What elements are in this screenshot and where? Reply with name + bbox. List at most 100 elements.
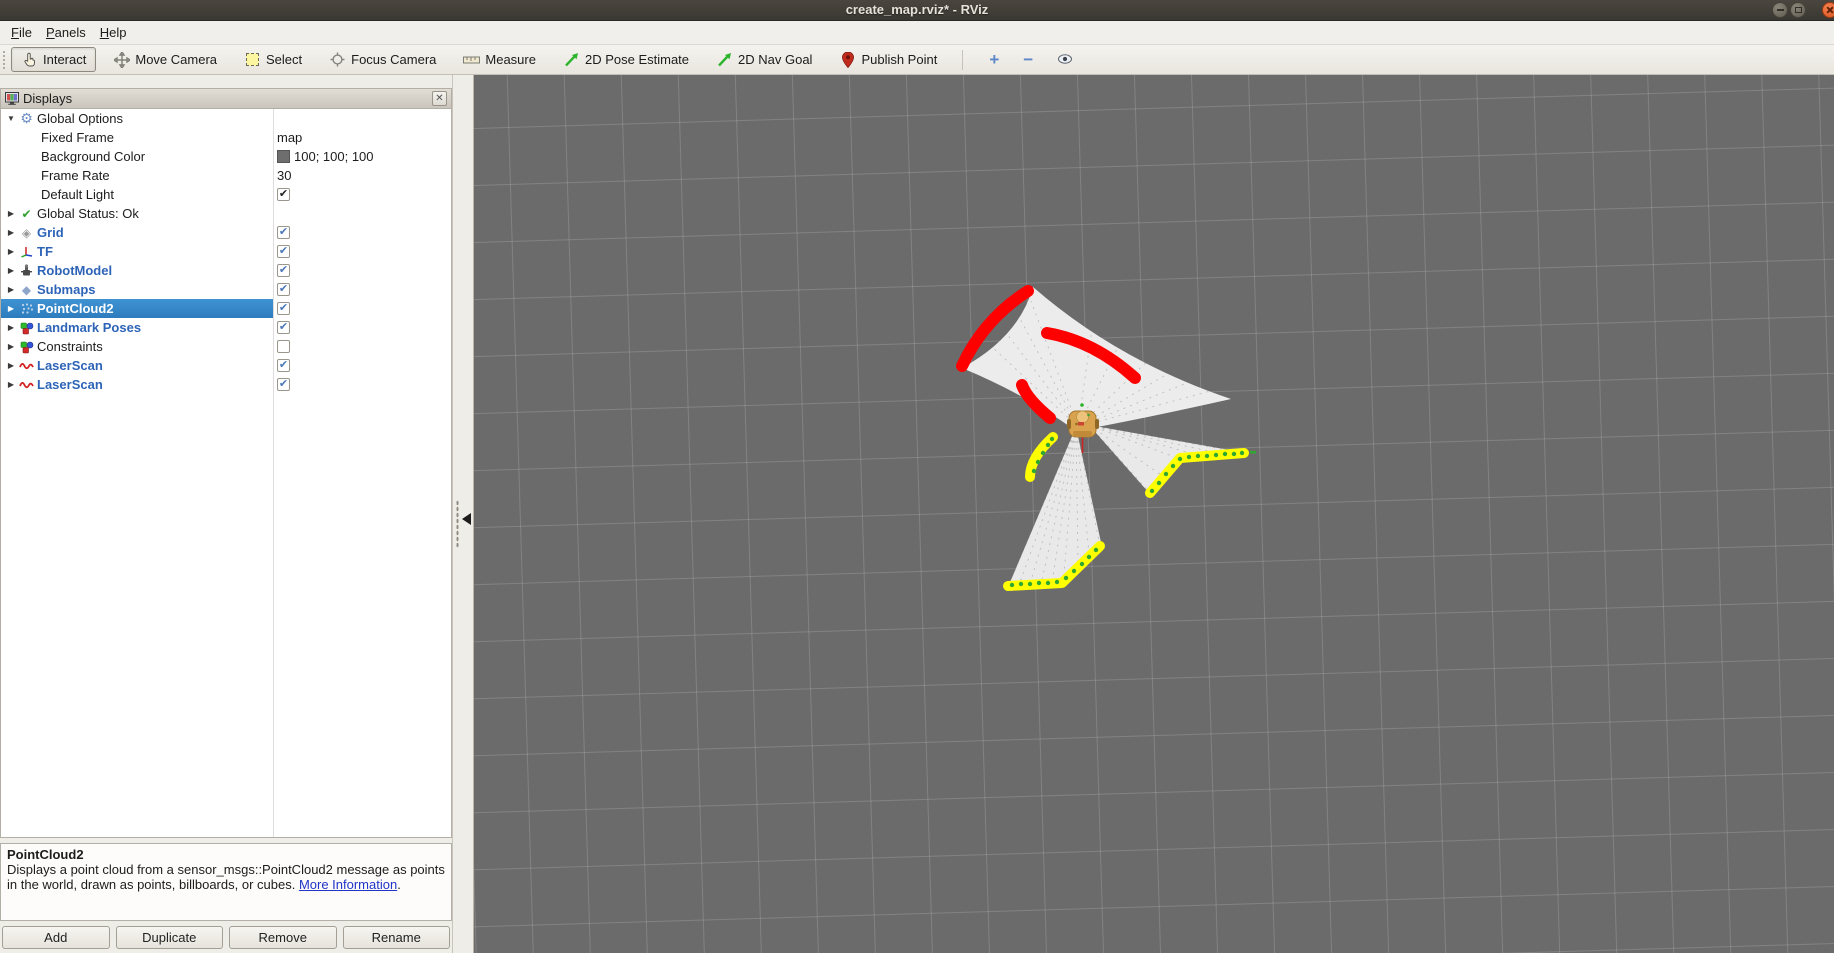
tool-2d-pose-estimate[interactable]: 2D Pose Estimate [553, 47, 699, 72]
green-arrow-icon [716, 52, 733, 67]
tf-axes-icon [18, 244, 35, 259]
expander-icon[interactable] [4, 304, 18, 313]
submaps-checkbox[interactable] [277, 283, 290, 296]
frame-rate-value[interactable]: 30 [277, 168, 291, 183]
description-panel: PointCloud2 Displays a point cloud from … [0, 843, 452, 921]
rename-button[interactable]: Rename [343, 926, 451, 949]
expander-icon[interactable] [4, 342, 18, 351]
3d-viewport[interactable] [474, 75, 1834, 953]
map-pin-icon [839, 52, 856, 67]
close-icon [1826, 6, 1834, 14]
expander-icon[interactable] [4, 380, 18, 389]
row-robotmodel[interactable]: RobotModel [1, 261, 451, 280]
panel-splitter[interactable] [452, 75, 474, 953]
color-swatch[interactable] [277, 150, 290, 163]
row-constraints[interactable]: Constraints [1, 337, 451, 356]
laserscan-icon [18, 358, 35, 373]
row-tf[interactable]: TF [1, 242, 451, 261]
row-submaps[interactable]: Submaps [1, 280, 451, 299]
menu-file[interactable]: File [4, 23, 39, 42]
tool-publish-point[interactable]: Publish Point [829, 47, 947, 72]
fixed-frame-value[interactable]: map [277, 130, 302, 145]
check-icon [18, 206, 35, 221]
tool-label: Measure [485, 52, 536, 67]
green-arrow-icon [563, 52, 580, 67]
tf-checkbox[interactable] [277, 245, 290, 258]
tool-focus-camera[interactable]: Focus Camera [319, 47, 446, 72]
grid-checkbox[interactable] [277, 226, 290, 239]
remove-button[interactable]: Remove [229, 926, 337, 949]
displays-tree: Global Options Fixed Frame map Backgroun… [1, 109, 451, 837]
displays-panel-header[interactable]: Displays ✕ [1, 89, 451, 109]
row-landmark-poses[interactable]: Landmark Poses [1, 318, 451, 337]
maximize-icon [1795, 7, 1802, 13]
tool-select[interactable]: Select [234, 47, 312, 72]
menu-help[interactable]: Help [93, 23, 134, 42]
displays-box: Displays ✕ Global Options Fixed Frame ma… [0, 88, 452, 838]
close-button[interactable] [1822, 2, 1834, 18]
title-bar: create_map.rviz* - RViz [0, 0, 1834, 21]
pointcloud2-checkbox[interactable] [277, 302, 290, 315]
expander-icon[interactable] [4, 266, 18, 275]
row-grid[interactable]: Grid [1, 223, 451, 242]
markers-icon [18, 320, 35, 335]
expander-icon[interactable] [4, 228, 18, 237]
laserscan-icon [18, 377, 35, 392]
row-laserscan-1[interactable]: LaserScan [1, 356, 451, 375]
tool-label: Move Camera [135, 52, 217, 67]
panel-buttons: Add Duplicate Remove Rename [0, 926, 452, 950]
laserscan-checkbox[interactable] [277, 359, 290, 372]
robotmodel-checkbox[interactable] [277, 264, 290, 277]
tool-2d-nav-goal[interactable]: 2D Nav Goal [706, 47, 822, 72]
add-tool-button[interactable]: + [977, 50, 1011, 70]
tool-label: Focus Camera [351, 52, 436, 67]
duplicate-button[interactable]: Duplicate [116, 926, 224, 949]
add-button[interactable]: Add [2, 926, 110, 949]
displays-panel-title: Displays [23, 91, 72, 106]
row-fixed-frame[interactable]: Fixed Frame map [1, 128, 451, 147]
maximize-button[interactable] [1790, 2, 1806, 18]
submaps-icon [18, 282, 35, 297]
laserscan-checkbox[interactable] [277, 378, 290, 391]
remove-tool-button[interactable]: − [1011, 50, 1045, 70]
expander-icon[interactable] [4, 247, 18, 256]
tool-label: Select [266, 52, 302, 67]
tool-label: Interact [43, 52, 86, 67]
default-light-checkbox[interactable] [277, 188, 290, 201]
row-global-status[interactable]: Global Status: Ok [1, 204, 451, 223]
row-frame-rate[interactable]: Frame Rate 30 [1, 166, 451, 185]
expander-icon[interactable] [4, 114, 18, 123]
row-global-options[interactable]: Global Options [1, 109, 451, 128]
collapse-arrow-icon[interactable] [462, 513, 471, 525]
background-color-value[interactable]: 100; 100; 100 [294, 149, 374, 164]
landmark-poses-checkbox[interactable] [277, 321, 290, 334]
expander-icon[interactable] [4, 285, 18, 294]
toolbar: Interact Move Camera Select Focus Camera… [0, 45, 1834, 75]
more-information-link[interactable]: More Information [299, 877, 397, 892]
menu-panels[interactable]: Panels [39, 23, 93, 42]
grid-icon [18, 225, 35, 240]
row-laserscan-2[interactable]: LaserScan [1, 375, 451, 394]
tool-label: 2D Nav Goal [738, 52, 812, 67]
tool-measure[interactable]: Measure [453, 47, 546, 72]
row-pointcloud2[interactable]: PointCloud2 [1, 299, 451, 318]
move-arrows-icon [113, 52, 130, 67]
tool-properties-button[interactable] [1045, 50, 1085, 70]
toolbar-grip[interactable] [2, 50, 7, 70]
tool-interact[interactable]: Interact [11, 47, 96, 72]
splitter-grip[interactable] [456, 500, 459, 548]
row-default-light[interactable]: Default Light [1, 185, 451, 204]
minimize-button[interactable] [1772, 2, 1788, 18]
expander-icon[interactable] [4, 361, 18, 370]
constraints-checkbox[interactable] [277, 340, 290, 353]
expander-icon[interactable] [4, 323, 18, 332]
tool-move-camera[interactable]: Move Camera [103, 47, 227, 72]
ruler-icon [463, 52, 480, 67]
robot-icon [18, 263, 35, 278]
panel-close-button[interactable]: ✕ [432, 91, 447, 106]
eye-icon [1057, 53, 1073, 65]
expander-icon[interactable] [4, 209, 18, 218]
minimize-icon [1777, 9, 1784, 11]
tool-label: 2D Pose Estimate [585, 52, 689, 67]
row-background-color[interactable]: Background Color 100; 100; 100 [1, 147, 451, 166]
